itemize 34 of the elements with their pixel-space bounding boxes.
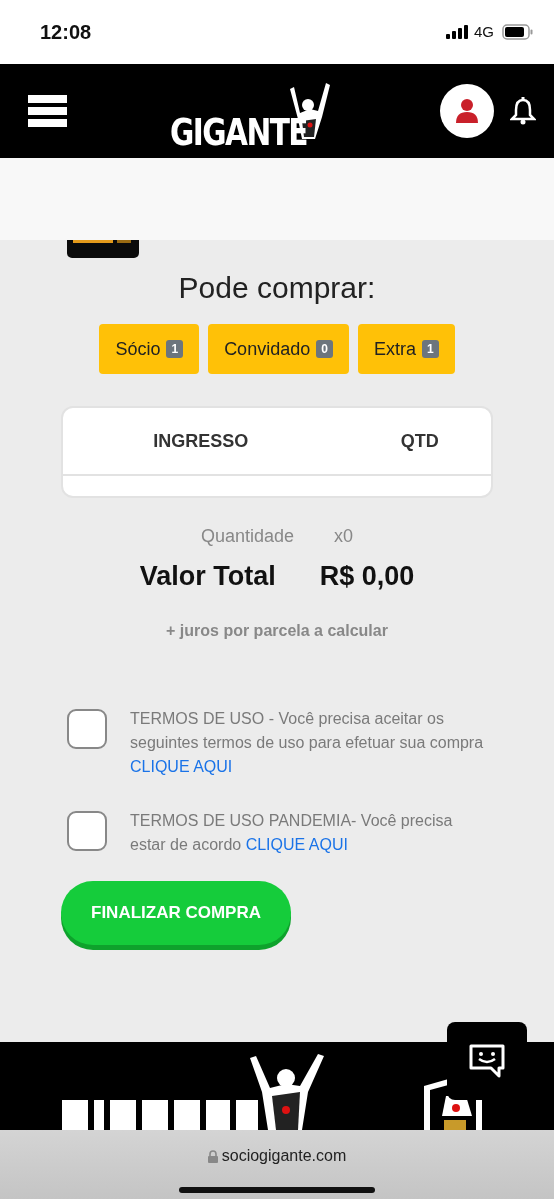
total-value: R$ 0,00 — [319, 560, 415, 593]
profile-button[interactable] — [440, 84, 494, 138]
checkbox[interactable] — [67, 811, 107, 851]
quantity-label: Quantidade — [200, 525, 295, 548]
terms-link[interactable]: CLIQUE AQUI — [245, 836, 348, 853]
count-badge: 1 — [166, 340, 184, 358]
bell-icon — [510, 97, 536, 125]
notifications-button[interactable] — [510, 97, 536, 125]
total-label: Valor Total — [139, 560, 276, 593]
terms-text: TERMOS DE USO PANDEMIA- Você precisa estar de acordo CLIQUE AQUI — [130, 811, 454, 855]
logo-text: GIGANTE — [170, 113, 307, 151]
quota-button[interactable]: Extra 1 — [357, 324, 455, 374]
checkbox[interactable] — [67, 709, 107, 749]
quota-button[interactable]: Sócio 1 — [99, 324, 200, 374]
lock-icon — [207, 1149, 218, 1163]
page-title: Pode comprar: — [177, 270, 377, 306]
network-label: 4G — [474, 21, 494, 42]
quota-button[interactable]: Convidado 0 — [208, 324, 349, 374]
battery-icon — [502, 24, 534, 40]
quantity-value: x0 — [334, 525, 354, 548]
menu-icon — [28, 95, 67, 127]
count-badge: 0 — [316, 340, 333, 358]
terms-text: TERMOS DE USO - Você precisa aceitar os seguintes termos de uso para efetuar sua compra CLIQUE AQUI — [130, 709, 485, 777]
clock-time: 12:08 — [40, 20, 92, 45]
user-icon — [456, 99, 478, 123]
url-text: sociogigante.com — [221, 1146, 347, 1166]
column-header: QTD — [400, 430, 439, 451]
terms-link[interactable]: CLIQUE AQUI — [130, 758, 233, 775]
chat-icon — [469, 1044, 505, 1078]
signal-icon — [446, 25, 470, 39]
count-badge: 1 — [421, 340, 439, 358]
column-header: INGRESSO — [153, 430, 249, 451]
menu-button[interactable] — [28, 95, 67, 127]
interest-note: + juros por parcela a calcular — [165, 621, 389, 641]
